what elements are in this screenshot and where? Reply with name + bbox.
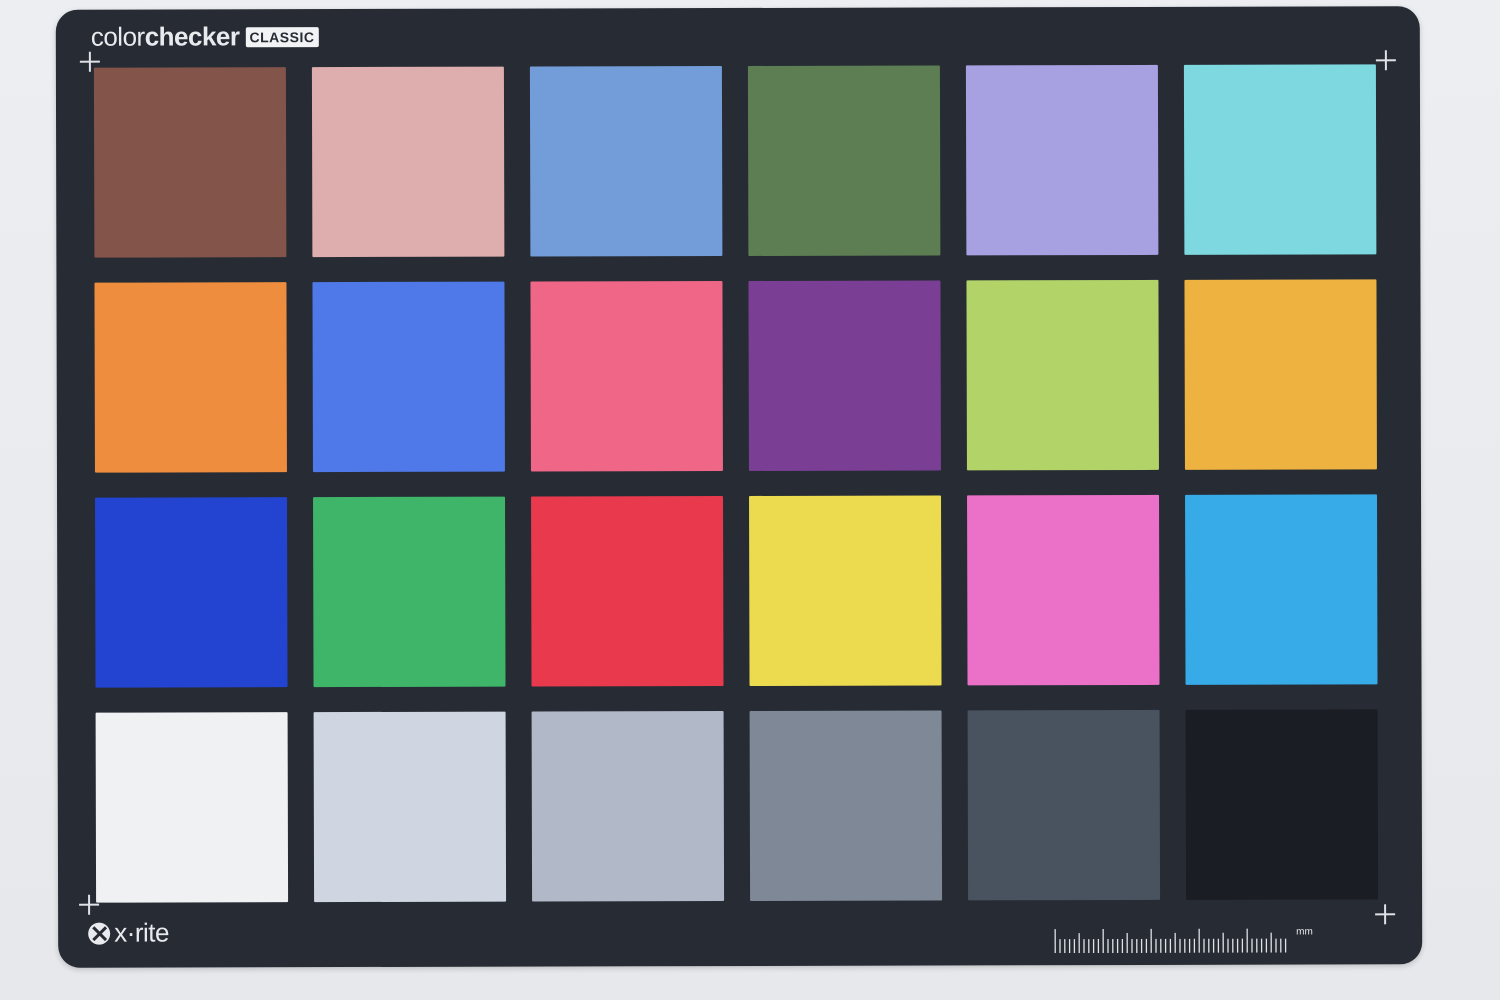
color-patch-18 xyxy=(1185,494,1378,685)
millimeter-ruler xyxy=(1054,928,1287,954)
xrite-logo: x·rite xyxy=(88,917,169,948)
xrite-logo-text: x·rite xyxy=(114,917,169,948)
color-patch-15 xyxy=(531,496,724,687)
color-patch-1 xyxy=(93,67,287,258)
color-patch-17 xyxy=(967,494,1160,686)
color-patch-20 xyxy=(313,711,507,903)
brand-bold-text: checker xyxy=(144,21,240,52)
color-patch-12 xyxy=(1184,279,1377,470)
color-patch-11 xyxy=(966,279,1159,471)
registration-cross-top-right xyxy=(1376,50,1396,70)
color-patch-3 xyxy=(529,66,723,257)
photo-scene: color checker CLASSIC x·rite mm xyxy=(0,0,1500,1000)
color-patch-grid xyxy=(93,64,1379,903)
xrite-mark-icon xyxy=(88,922,111,945)
colorchecker-logo: color checker CLASSIC xyxy=(91,21,319,53)
color-patch-22 xyxy=(749,710,943,901)
color-patch-5 xyxy=(965,64,1159,256)
color-patch-6 xyxy=(1183,64,1377,255)
color-patch-14 xyxy=(313,496,506,688)
color-patch-10 xyxy=(748,280,941,471)
ruler-unit-label: mm xyxy=(1296,926,1313,938)
brand-light-text: color xyxy=(90,21,145,52)
brand-classic-badge: CLASSIC xyxy=(245,26,319,47)
color-patch-24 xyxy=(1185,709,1379,900)
color-patch-2 xyxy=(311,66,505,258)
color-patch-7 xyxy=(94,282,287,473)
color-patch-16 xyxy=(749,495,942,686)
colorchecker-card: color checker CLASSIC x·rite mm xyxy=(55,6,1423,968)
color-patch-19 xyxy=(95,712,289,903)
color-patch-21 xyxy=(531,711,725,902)
registration-cross-bottom-right xyxy=(1375,904,1395,924)
color-patch-8 xyxy=(312,281,505,473)
color-patch-13 xyxy=(95,497,288,688)
color-patch-4 xyxy=(747,65,941,256)
color-patch-23 xyxy=(967,709,1161,901)
color-patch-9 xyxy=(530,281,723,472)
